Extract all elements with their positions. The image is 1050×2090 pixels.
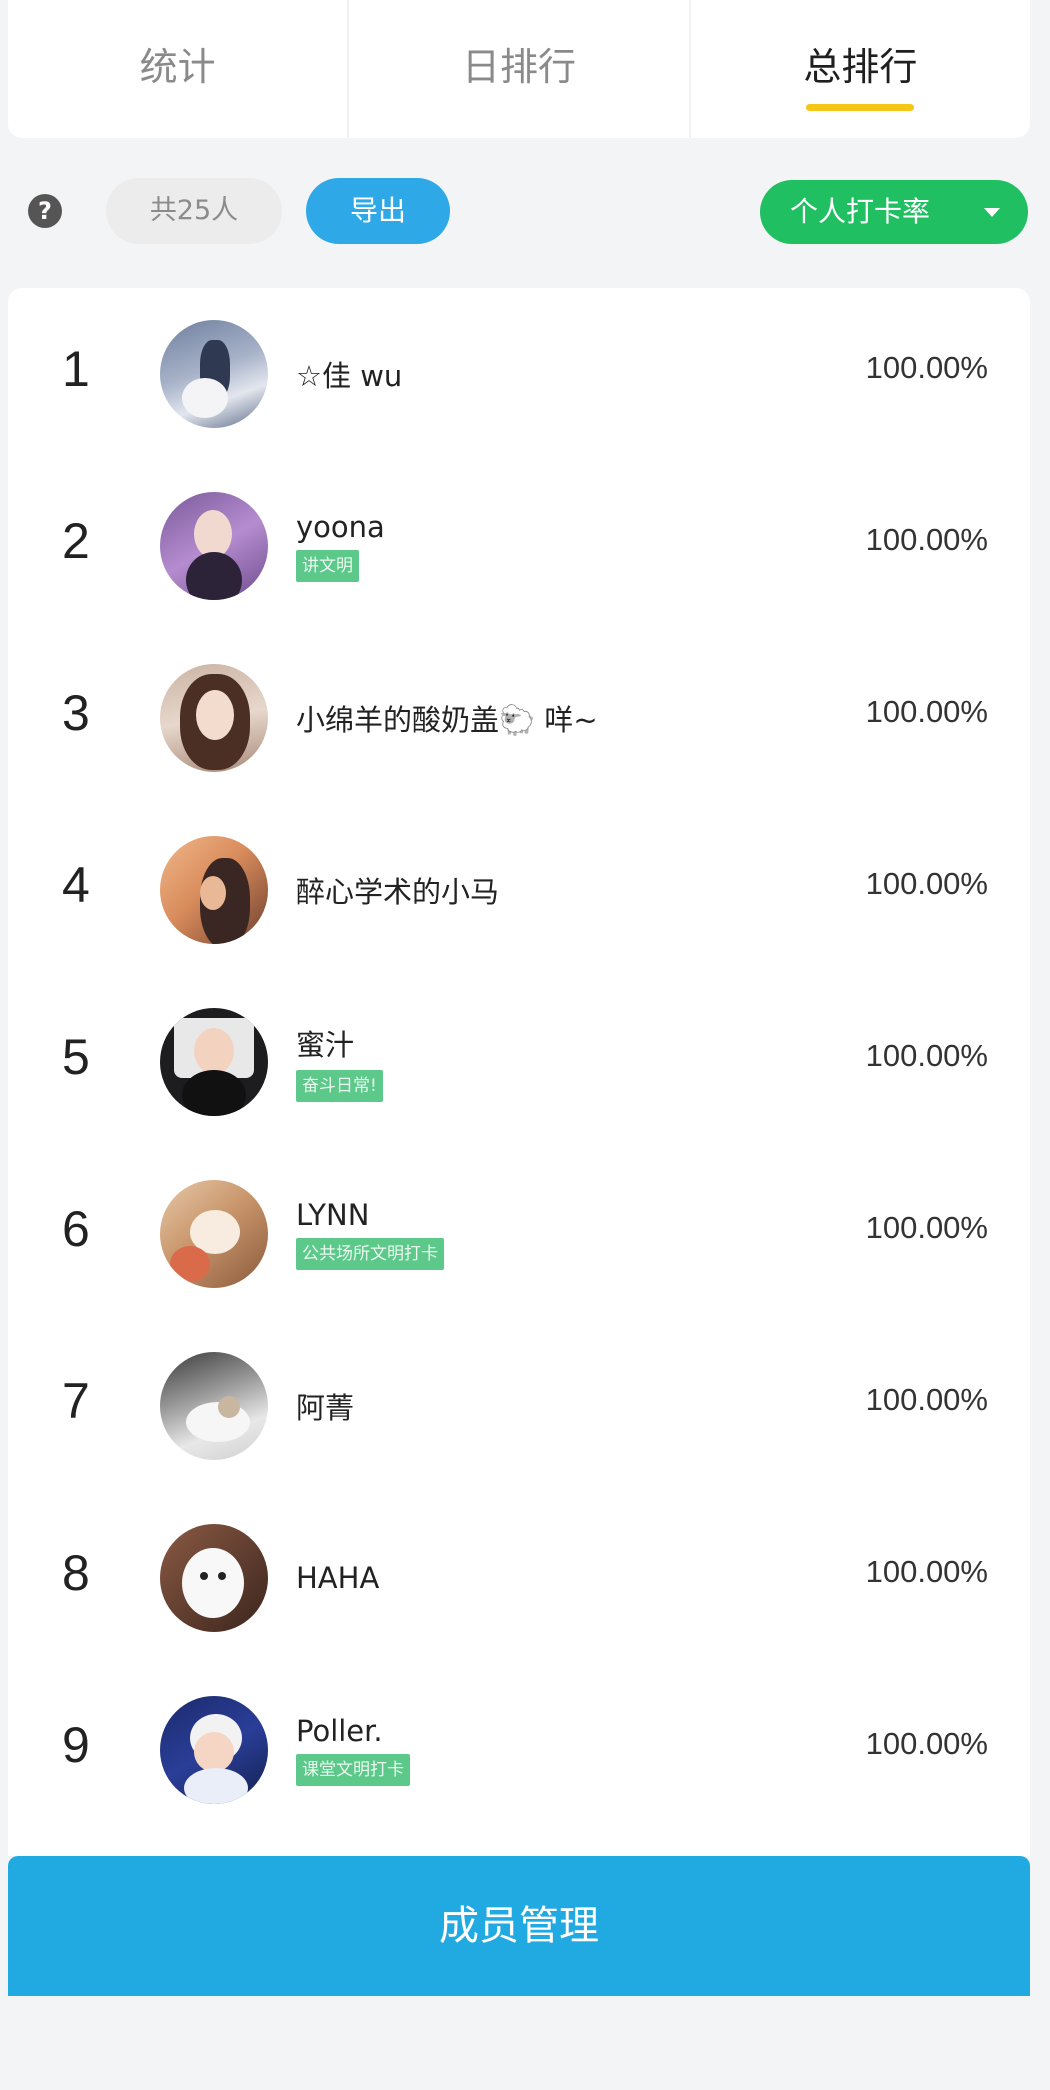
rank-number: 5 (62, 1029, 90, 1085)
rank-number: 7 (62, 1373, 90, 1429)
active-tab-indicator (806, 104, 915, 111)
export-button[interactable]: 导出 (306, 178, 450, 244)
member-count-pill: 共25人 (106, 178, 282, 244)
rank-number: 4 (62, 857, 90, 913)
member-info: LYNN 公共场所文明打卡 (296, 1148, 444, 1320)
tab-statistics[interactable]: 统计 (8, 0, 347, 138)
ranking-row[interactable]: 8 HAHA 100.00% (8, 1492, 1030, 1664)
check-in-rate: 100.00% (865, 866, 988, 901)
tab-daily-ranking[interactable]: 日排行 (347, 0, 688, 138)
ranking-list: 1 ☆佳 wu 100.00% 2 yoona 讲文明 100.00% 3 小绵… (8, 288, 1030, 1856)
ranking-row[interactable]: 7 阿菁 100.00% (8, 1320, 1030, 1492)
check-in-rate: 100.00% (865, 1726, 988, 1761)
check-in-rate: 100.00% (865, 1554, 988, 1589)
rank-number: 2 (62, 513, 90, 569)
sort-metric-dropdown[interactable]: 个人打卡率 (760, 180, 1028, 244)
member-name: yoona (296, 510, 385, 544)
avatar[interactable] (160, 1008, 268, 1116)
member-info: HAHA (296, 1492, 379, 1664)
member-info: 醉心学术的小马 (296, 804, 499, 976)
rank-number: 9 (62, 1717, 90, 1773)
ranking-row[interactable]: 9 Poller. 课堂文明打卡 100.00% (8, 1664, 1030, 1836)
avatar[interactable] (160, 1524, 268, 1632)
member-management-button[interactable]: 成员管理 (8, 1856, 1030, 1996)
member-info: 蜜汁 奋斗日常! (296, 976, 383, 1148)
check-in-rate: 100.00% (865, 522, 988, 557)
check-in-rate: 100.00% (865, 1210, 988, 1245)
member-name: ☆佳 wu (296, 359, 403, 393)
check-in-rate: 100.00% (865, 1382, 988, 1417)
ranking-row[interactable]: 4 醉心学术的小马 100.00% (8, 804, 1030, 976)
member-name: 醉心学术的小马 (296, 875, 500, 909)
rank-number: 1 (62, 341, 90, 397)
tab-label: 统计 (139, 45, 216, 89)
check-in-rate: 100.00% (865, 694, 988, 729)
toolbar: ? 共25人 导出 个人打卡率 (0, 172, 1050, 248)
caret-down-icon (984, 208, 1000, 217)
member-info: ☆佳 wu (296, 288, 402, 460)
ranking-row[interactable]: 5 蜜汁 奋斗日常! 100.00% (8, 976, 1030, 1148)
tag-badge: 公共场所文明打卡 (296, 1238, 444, 1270)
sort-metric-label: 个人打卡率 (790, 195, 931, 228)
tab-total-ranking[interactable]: 总排行 (688, 0, 1030, 138)
avatar[interactable] (160, 492, 268, 600)
rank-number: 3 (62, 685, 90, 741)
member-info: 阿菁 (296, 1320, 354, 1492)
tag-badge: 讲文明 (296, 550, 359, 582)
check-in-rate: 100.00% (865, 1038, 988, 1073)
tag-badge: 课堂文明打卡 (296, 1754, 410, 1786)
member-name: 小绵羊的酸奶盖🐑 咩~ (296, 703, 598, 737)
question-circle-icon[interactable]: ? (28, 194, 62, 228)
tab-label: 日排行 (461, 45, 576, 89)
avatar[interactable] (160, 1180, 268, 1288)
avatar[interactable] (160, 320, 268, 428)
avatar[interactable] (160, 1352, 268, 1460)
ranking-row[interactable]: 6 LYNN 公共场所文明打卡 100.00% (8, 1148, 1030, 1320)
ranking-row[interactable]: 3 小绵羊的酸奶盖🐑 咩~ 100.00% (8, 632, 1030, 804)
avatar[interactable] (160, 1696, 268, 1804)
tab-label: 总排行 (803, 45, 918, 89)
avatar[interactable] (160, 664, 268, 772)
check-in-rate: 100.00% (865, 350, 988, 385)
member-name: LYNN (296, 1198, 370, 1232)
avatar[interactable] (160, 836, 268, 944)
member-name: HAHA (296, 1561, 380, 1595)
member-info: Poller. 课堂文明打卡 (296, 1664, 410, 1836)
tab-bar: 统计 日排行 总排行 (8, 0, 1030, 138)
member-name: Poller. (296, 1714, 383, 1748)
member-name: 蜜汁 (296, 1028, 355, 1062)
member-info: yoona 讲文明 (296, 460, 385, 632)
ranking-row[interactable]: 1 ☆佳 wu 100.00% (8, 288, 1030, 460)
tag-badge: 奋斗日常! (296, 1070, 383, 1102)
member-info: 小绵羊的酸奶盖🐑 咩~ (296, 632, 598, 804)
rank-number: 8 (62, 1545, 90, 1601)
rank-number: 6 (62, 1201, 90, 1257)
ranking-row[interactable]: 2 yoona 讲文明 100.00% (8, 460, 1030, 632)
member-name: 阿菁 (296, 1391, 355, 1425)
